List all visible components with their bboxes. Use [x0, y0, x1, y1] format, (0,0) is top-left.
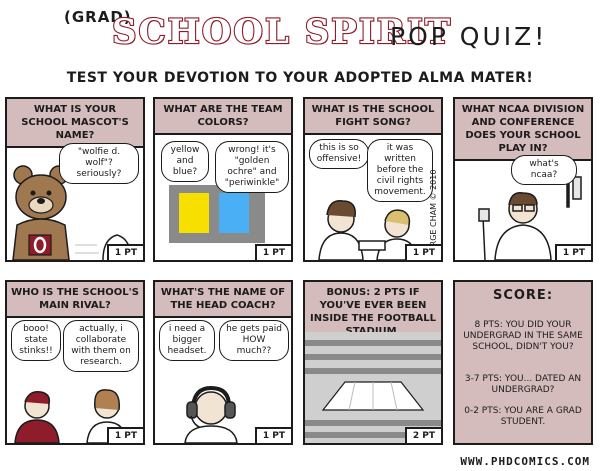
panel-ncaa: WHAT NCAA DIVISION AND CONFERENCE DOES Y…: [453, 97, 593, 262]
score-tier: 8 PTS: YOU DID YOUR UNDERGRAD IN THE SAM…: [463, 320, 583, 352]
points-badge: 1 PT: [554, 244, 591, 260]
panel-coach: WHAT'S THE NAME OF THE HEAD COACH? i nee…: [153, 280, 293, 445]
panel-team-colors: WHAT ARE THE TEAM COLORS? yellow and blu…: [153, 97, 293, 262]
panel-rival: WHO IS THE SCHOOL'S MAIN RIVAL? booo! st…: [5, 280, 145, 445]
panel-question: WHO IS THE SCHOOL'S MAIN RIVAL?: [7, 282, 143, 318]
speech-bubble: "wolfie d. wolf"? seriously?: [59, 143, 139, 184]
points-badge: 1 PT: [254, 244, 291, 260]
speech-bubble: i need a bigger headset.: [159, 320, 215, 361]
points-badge: 1 PT: [106, 244, 143, 260]
score-title: SCORE:: [492, 288, 554, 303]
speech-bubble: it was written before the civil rights m…: [367, 139, 433, 202]
site-url: WWW.PHDCOMICS.COM: [460, 455, 590, 468]
points-badge: 1 PT: [106, 427, 143, 443]
points-badge: 2 PT: [404, 427, 441, 443]
speech-bubble: he gets paid HOW much??: [219, 320, 289, 361]
points-badge: 1 PT: [254, 427, 291, 443]
speech-bubble: this is so offensive!: [309, 139, 369, 169]
author-credit: JORGE CHAM © 2010: [429, 169, 438, 255]
speech-bubble: actually, i collaborate with them on res…: [63, 320, 139, 372]
points-badge: 1 PT: [404, 244, 441, 260]
panel-stadium: BONUS: 2 PTS IF YOU'VE EVER BEEN INSIDE …: [303, 280, 443, 445]
speech-bubble: what's ncaa?: [511, 155, 577, 185]
score-tier: 3-7 PTS: YOU... DATED AN UNDERGRAD?: [464, 374, 582, 395]
header-tagline: TEST YOUR DEVOTION TO YOUR ADOPTED ALMA …: [66, 70, 534, 86]
panel-question: WHAT ARE THE TEAM COLORS?: [155, 99, 291, 135]
panel-question: WHAT IS THE SCHOOL FIGHT SONG?: [305, 99, 441, 135]
panel-question: WHAT'S THE NAME OF THE HEAD COACH?: [155, 282, 291, 318]
score-tier: 0-2 PTS: YOU ARE A GRAD STUDENT.: [464, 406, 582, 427]
panel-mascot: WHAT IS YOUR SCHOOL MASCOT'S NAME? "wolf…: [5, 97, 145, 262]
panel-fight-song: WHAT IS THE SCHOOL FIGHT SONG? this is s…: [303, 97, 443, 262]
speech-bubble: wrong! it's "golden ochre" and "periwink…: [215, 141, 289, 193]
header-subtitle: POP QUIZ!: [390, 22, 548, 51]
panel-score: SCORE: 8 PTS: YOU DID YOUR UNDERGRAD IN …: [453, 280, 593, 445]
speech-bubble: booo! state stinks!!: [11, 320, 61, 361]
speech-bubble: yellow and blue?: [161, 141, 209, 182]
